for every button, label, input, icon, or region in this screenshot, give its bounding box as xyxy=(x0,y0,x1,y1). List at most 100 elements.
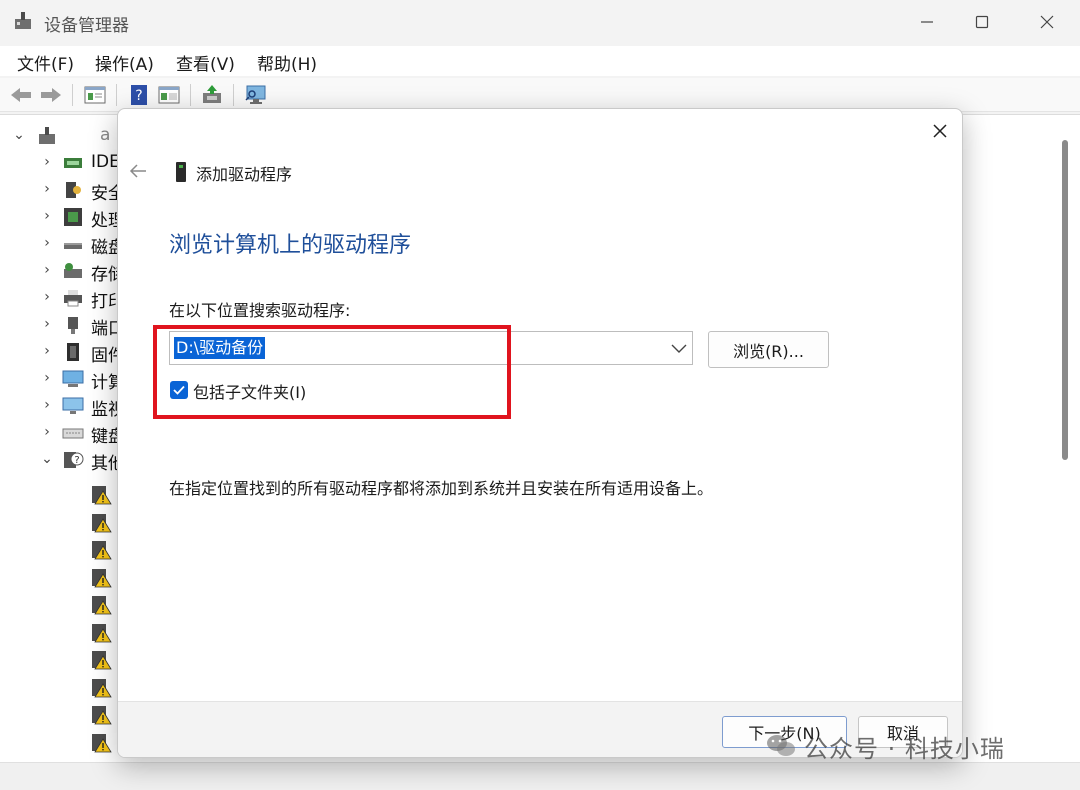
processor-chip-icon xyxy=(64,208,82,226)
computer-root-icon xyxy=(39,127,55,144)
toolbar-separator xyxy=(233,84,234,106)
chevron-right-icon[interactable]: › xyxy=(40,316,54,332)
warning-device-icon[interactable] xyxy=(90,731,112,753)
back-button[interactable] xyxy=(8,82,34,108)
toolbar-separator xyxy=(116,84,117,106)
warning-device-icon[interactable] xyxy=(90,511,112,533)
red-annotation-box xyxy=(153,325,511,419)
close-icon xyxy=(933,124,947,138)
chevron-down-icon xyxy=(671,344,687,353)
window-title: 设备管理器 xyxy=(44,16,129,36)
chevron-right-icon[interactable]: › xyxy=(40,424,54,440)
wechat-logo-icon xyxy=(767,735,795,756)
tree-item-printer[interactable]: › 打印 xyxy=(0,285,125,312)
device-manager-icon xyxy=(15,12,31,29)
computer-icon xyxy=(62,370,84,387)
chevron-right-icon[interactable]: › xyxy=(40,208,54,224)
vertical-scrollbar-thumb[interactable] xyxy=(1062,140,1068,460)
chevron-right-icon[interactable]: › xyxy=(40,397,54,413)
tree-root[interactable]: ⌄ a xyxy=(0,123,120,149)
unknown-device-icon: ? xyxy=(64,452,84,468)
driver-device-icon xyxy=(176,162,186,182)
menu-action[interactable]: 操作(A) xyxy=(95,50,154,75)
toolbar-separator xyxy=(72,84,73,106)
minimize-button[interactable] xyxy=(897,0,957,44)
tree-item-storage[interactable]: › 存储 xyxy=(0,258,125,285)
update-driver-button[interactable] xyxy=(199,82,225,108)
warning-device-icon[interactable] xyxy=(90,621,112,643)
close-icon xyxy=(1040,15,1054,29)
view-button[interactable] xyxy=(156,82,182,108)
forward-arrow-icon xyxy=(41,88,61,102)
security-key-icon xyxy=(66,182,81,198)
tree-item-port[interactable]: › 端口 xyxy=(0,312,125,339)
toolbar: ? xyxy=(0,78,1080,112)
chevron-right-icon[interactable]: › xyxy=(40,181,54,197)
properties-button[interactable] xyxy=(82,82,108,108)
close-window-button[interactable] xyxy=(1017,0,1077,44)
ide-controller-icon xyxy=(64,158,82,168)
printer-icon xyxy=(64,290,82,307)
svg-text:?: ? xyxy=(74,455,79,466)
forward-button[interactable] xyxy=(38,82,64,108)
properties-panel-icon xyxy=(84,86,106,104)
chevron-down-icon[interactable]: ⌄ xyxy=(12,127,26,143)
warning-device-icon[interactable] xyxy=(90,566,112,588)
tree-item-disk[interactable]: › 磁盘 xyxy=(0,231,125,258)
warning-device-icon[interactable] xyxy=(90,648,112,670)
help-button[interactable]: ? xyxy=(126,82,152,108)
watermark-text: 公众号 · 科技小瑞 xyxy=(804,734,1005,763)
warning-device-icon[interactable] xyxy=(90,538,112,560)
warning-device-icon[interactable] xyxy=(90,593,112,615)
maximize-icon xyxy=(975,15,989,29)
disk-drive-icon xyxy=(64,243,82,249)
add-driver-dialog: 添加驱动程序 浏览计算机上的驱动程序 在以下位置搜索驱动程序: D:\驱动备份 … xyxy=(117,108,963,758)
warning-device-icon[interactable] xyxy=(90,703,112,725)
back-arrow-icon xyxy=(129,164,146,178)
chevron-right-icon[interactable]: › xyxy=(40,154,54,170)
maximize-button[interactable] xyxy=(952,0,1012,44)
minimize-icon xyxy=(921,21,933,23)
menu-help[interactable]: 帮助(H) xyxy=(257,50,317,75)
dialog-header-title: 添加驱动程序 xyxy=(196,165,293,184)
chevron-right-icon[interactable]: › xyxy=(40,289,54,305)
menu-bar: 文件(F) 操作(A) 查看(V) 帮助(H) xyxy=(0,46,1080,76)
horizontal-scrollbar[interactable] xyxy=(0,762,1080,790)
tree-item-firmware[interactable]: › 固件 xyxy=(0,339,125,366)
tree-item-ide[interactable]: › IDE xyxy=(0,150,120,176)
tree-item-computer[interactable]: › 计算 xyxy=(0,366,125,393)
tree-item-keyboard[interactable]: › 键盘 xyxy=(0,420,125,447)
tree-item-security[interactable]: › 安全 xyxy=(0,177,125,204)
warning-device-icon[interactable] xyxy=(90,676,112,698)
chevron-down-icon[interactable]: ⌄ xyxy=(40,451,54,467)
browse-button[interactable]: 浏览(R)... xyxy=(708,331,829,368)
title-bar: 设备管理器 xyxy=(0,0,1080,44)
scan-hardware-button[interactable] xyxy=(243,82,269,108)
chevron-right-icon[interactable]: › xyxy=(40,235,54,251)
warning-device-icon[interactable] xyxy=(90,483,112,505)
svg-text:?: ? xyxy=(135,88,142,104)
tree-item-other[interactable]: ⌄ ? 其他 xyxy=(0,447,125,474)
back-arrow-icon xyxy=(11,88,31,102)
toolbar-separator xyxy=(190,84,191,106)
dialog-back-button[interactable] xyxy=(126,159,150,183)
menu-file[interactable]: 文件(F) xyxy=(17,50,74,75)
combobox-dropdown-button[interactable] xyxy=(668,338,690,360)
tree-item-monitor[interactable]: › 监视 xyxy=(0,393,125,420)
update-driver-icon xyxy=(203,85,221,103)
chevron-right-icon[interactable]: › xyxy=(40,343,54,359)
dialog-heading: 浏览计算机上的驱动程序 xyxy=(169,233,412,258)
dialog-description: 在指定位置找到的所有驱动程序都将添加到系统并且安装在所有适用设备上。 xyxy=(169,479,714,498)
monitor-scan-icon xyxy=(245,85,266,104)
search-location-label: 在以下位置搜索驱动程序: xyxy=(169,301,351,320)
tree-root-label: a xyxy=(100,125,111,145)
dialog-close-button[interactable] xyxy=(926,117,954,145)
chevron-right-icon[interactable]: › xyxy=(40,370,54,386)
firmware-chip-icon xyxy=(67,343,79,361)
storage-controller-icon xyxy=(64,263,82,278)
keyboard-icon xyxy=(62,428,84,439)
chevron-right-icon[interactable]: › xyxy=(40,262,54,278)
tree-item-processor[interactable]: › 处理 xyxy=(0,204,125,231)
menu-view[interactable]: 查看(V) xyxy=(176,50,235,75)
view-panel-icon xyxy=(158,86,180,104)
